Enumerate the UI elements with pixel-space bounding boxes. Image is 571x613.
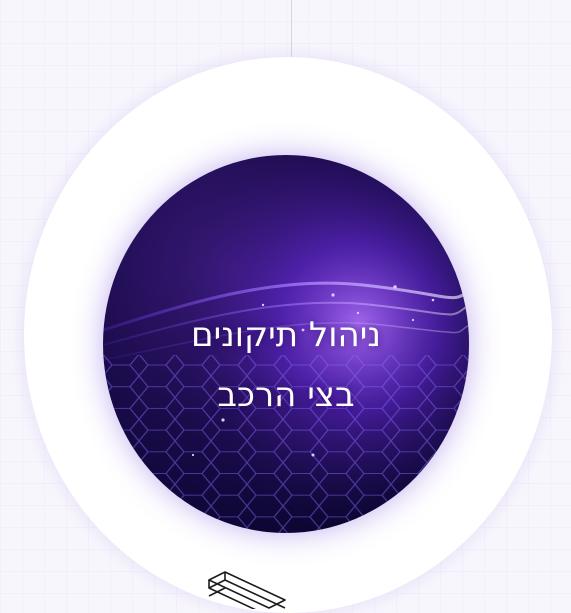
module-title-line-2: בצי הרכב [217,375,355,415]
stacked-device-icon [205,570,305,609]
module-title: ניהול תיקונים בצי הרכב [103,305,469,425]
module-title-line-1: ניהול תיקונים [191,315,381,355]
module-image-circle[interactable]: ניהול תיקונים בצי הרכב [103,155,469,533]
connector-line [291,0,292,60]
